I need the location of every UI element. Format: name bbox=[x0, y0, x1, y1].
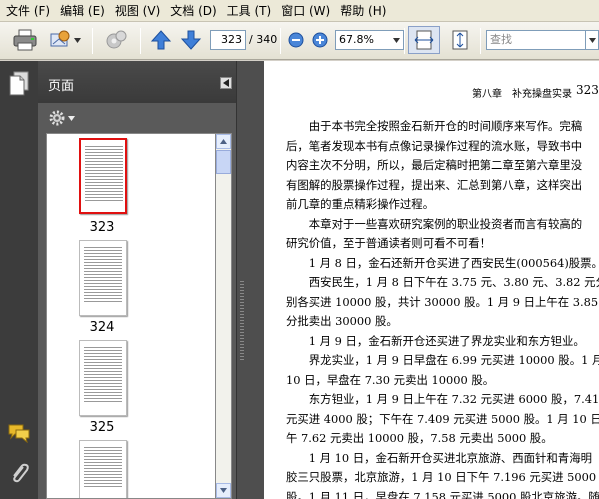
scroll-down-button[interactable] bbox=[216, 483, 231, 498]
thumbnail-page-325[interactable] bbox=[79, 340, 127, 416]
chevron-down-icon bbox=[220, 488, 227, 493]
text-line: 股。1 月 11 日，早盘在 7.158 元买进 5000 股北京旅游。随后 bbox=[286, 489, 599, 499]
thumbnail-label: 323 bbox=[89, 220, 115, 235]
next-page-button[interactable] bbox=[178, 26, 204, 54]
text-line: 1 月 10 日，金石新开仓买进北京旅游、西面针和青海明 bbox=[286, 450, 592, 465]
gears-icon bbox=[106, 30, 127, 49]
text-line: 西安民生，1 月 8 日下午在 3.75 元、3.80 元、3.82 元分 bbox=[286, 275, 599, 289]
hand-tool-button[interactable] bbox=[102, 26, 132, 54]
chevron-down-icon bbox=[393, 37, 400, 43]
chevron-up-icon bbox=[220, 139, 227, 144]
running-head: 第八章 补充操盘实录 bbox=[472, 89, 572, 100]
text-line: 1 月 8 日，金石还新开仓买进了西安民生(000564)股票。 bbox=[286, 255, 599, 270]
thumbnail-page-324[interactable] bbox=[79, 240, 127, 316]
body-text: 由于本书完全按照金石新开仓的时间顺序来写作。完稿 后，笔者发现本书有点像记录操作过… bbox=[286, 117, 599, 499]
chevron-down-icon bbox=[588, 37, 596, 43]
thumbnail-scrollbar[interactable] bbox=[216, 133, 232, 499]
gear-icon bbox=[49, 110, 65, 126]
zoom-in-icon bbox=[312, 32, 328, 48]
text-line: 有图解的股票操作过程，提出来、汇总到第八章，这样突出 bbox=[286, 177, 583, 192]
panel-options-bar bbox=[38, 103, 236, 133]
scroll-up-button[interactable] bbox=[216, 134, 231, 149]
zoom-out-icon bbox=[288, 32, 304, 48]
menu-view[interactable]: 视图 (V) bbox=[113, 2, 168, 19]
printer-icon bbox=[13, 29, 37, 51]
zoom-dropdown-button[interactable] bbox=[390, 30, 404, 50]
chevron-left-icon bbox=[223, 79, 229, 87]
text-line: 本章对于一些喜欢研究案例的职业投资者而言有较高的 bbox=[286, 216, 583, 231]
paperclip-icon bbox=[13, 463, 29, 483]
text-line: 胶三只股票，北京旅游，1 月 10 日下午 7.196 元买进 5000 bbox=[286, 470, 597, 484]
text-line: 研究价值，至于普通读者则可看不可看！ bbox=[286, 236, 492, 250]
page-number: 323 bbox=[576, 83, 599, 97]
text-line: 东方钽业，1 月 9 日上午在 7.32 元买进 6000 股，7.41 bbox=[286, 392, 599, 406]
zoom-out-button[interactable] bbox=[286, 26, 306, 54]
panel-header: 页面 bbox=[38, 61, 236, 103]
email-attach-icon bbox=[50, 30, 69, 47]
menu-bar: 文件 (F) 编辑 (E) 视图 (V) 文档 (D) 工具 (T) 窗口 (W… bbox=[0, 0, 599, 22]
options-button[interactable] bbox=[48, 109, 75, 127]
text-line: 界龙实业，1 月 9 日早盘在 6.99 元买进 10000 股。1 月 bbox=[286, 353, 599, 367]
chevron-down-icon bbox=[68, 115, 75, 121]
pages-panel-button[interactable] bbox=[8, 71, 30, 100]
thumbnail-page-326[interactable] bbox=[79, 440, 127, 498]
splitter-grip[interactable] bbox=[240, 281, 244, 361]
thumbnail-list[interactable]: 323 324 325 bbox=[46, 133, 216, 499]
zoom-in-button[interactable] bbox=[310, 26, 330, 54]
text-line: 内容主次不分明，所以，最后定稿时把第二章至第六章里没 bbox=[286, 158, 583, 172]
fit-page-icon bbox=[452, 30, 468, 50]
panel-title: 页面 bbox=[48, 79, 75, 94]
pages-icon bbox=[9, 71, 29, 96]
previous-page-button[interactable] bbox=[148, 26, 174, 54]
arrow-up-icon bbox=[150, 30, 172, 50]
text-line: 后，笔者发现本书有点像记录操作过程的流水账，导致书中 bbox=[286, 138, 583, 153]
zoom-level-input[interactable]: 67.8% bbox=[335, 30, 391, 50]
text-line: 1 月 9 日，金石新开仓还买进了界龙实业和东方钽业。 bbox=[286, 333, 585, 348]
text-line: 分批卖出 30000 股。 bbox=[286, 314, 398, 328]
scrollbar-thumb[interactable] bbox=[216, 150, 231, 174]
text-line: 别各买进 10000 股，共计 30000 股。1 月 9 日上午在 3.85 … bbox=[286, 294, 599, 309]
navigation-strip bbox=[0, 61, 38, 499]
comments-panel-button[interactable] bbox=[7, 423, 31, 446]
text-line: 10 日，早盘在 7.30 元卖出 10000 股。 bbox=[286, 372, 495, 387]
menu-help[interactable]: 帮助 (H) bbox=[338, 2, 394, 19]
menu-file[interactable]: 文件 (F) bbox=[4, 2, 58, 19]
thumbnail-label: 324 bbox=[89, 320, 115, 335]
search-dropdown-button[interactable] bbox=[586, 30, 599, 50]
text-line: 前几章的重点精彩操作过程。 bbox=[286, 197, 435, 211]
fit-page-button[interactable] bbox=[446, 26, 474, 54]
arrow-down-icon bbox=[180, 30, 202, 50]
thumbnail-page-323[interactable] bbox=[79, 138, 127, 214]
menu-edit[interactable]: 编辑 (E) bbox=[58, 2, 113, 19]
text-line: 由于本书完全按照金石新开仓的时间顺序来写作。完稿 bbox=[286, 119, 583, 133]
panel-splitter[interactable] bbox=[236, 61, 264, 499]
toolbar: 323 / 340 67.8% 查找 bbox=[0, 22, 599, 60]
text-line: 午 7.62 元卖出 10000 股，7.58 元卖出 5000 股。 bbox=[286, 431, 553, 445]
panel-collapse-button[interactable] bbox=[220, 77, 232, 89]
share-button[interactable] bbox=[46, 26, 82, 54]
menu-tools[interactable]: 工具 (T) bbox=[225, 2, 280, 19]
page-number-input[interactable]: 323 bbox=[210, 30, 246, 50]
text-line: 元买进 4000 股；下午在 7.409 元买进 5000 股。1 月 10 日… bbox=[286, 411, 599, 426]
thumbnail-label: 325 bbox=[89, 420, 115, 435]
comments-icon bbox=[8, 424, 30, 444]
fit-width-icon bbox=[414, 30, 434, 50]
attachments-panel-button[interactable] bbox=[8, 461, 30, 488]
menu-window[interactable]: 窗口 (W) bbox=[279, 2, 338, 19]
menu-document[interactable]: 文档 (D) bbox=[168, 2, 224, 19]
document-page: 第八章 补充操盘实录 323 由于本书完全按照金石新开仓的时间顺序来写作。完稿后… bbox=[264, 61, 599, 499]
chevron-down-icon bbox=[73, 37, 81, 43]
print-button[interactable] bbox=[10, 26, 40, 54]
page-total: / 340 bbox=[249, 33, 278, 46]
search-input[interactable]: 查找 bbox=[486, 30, 586, 50]
fit-width-button[interactable] bbox=[408, 26, 440, 54]
